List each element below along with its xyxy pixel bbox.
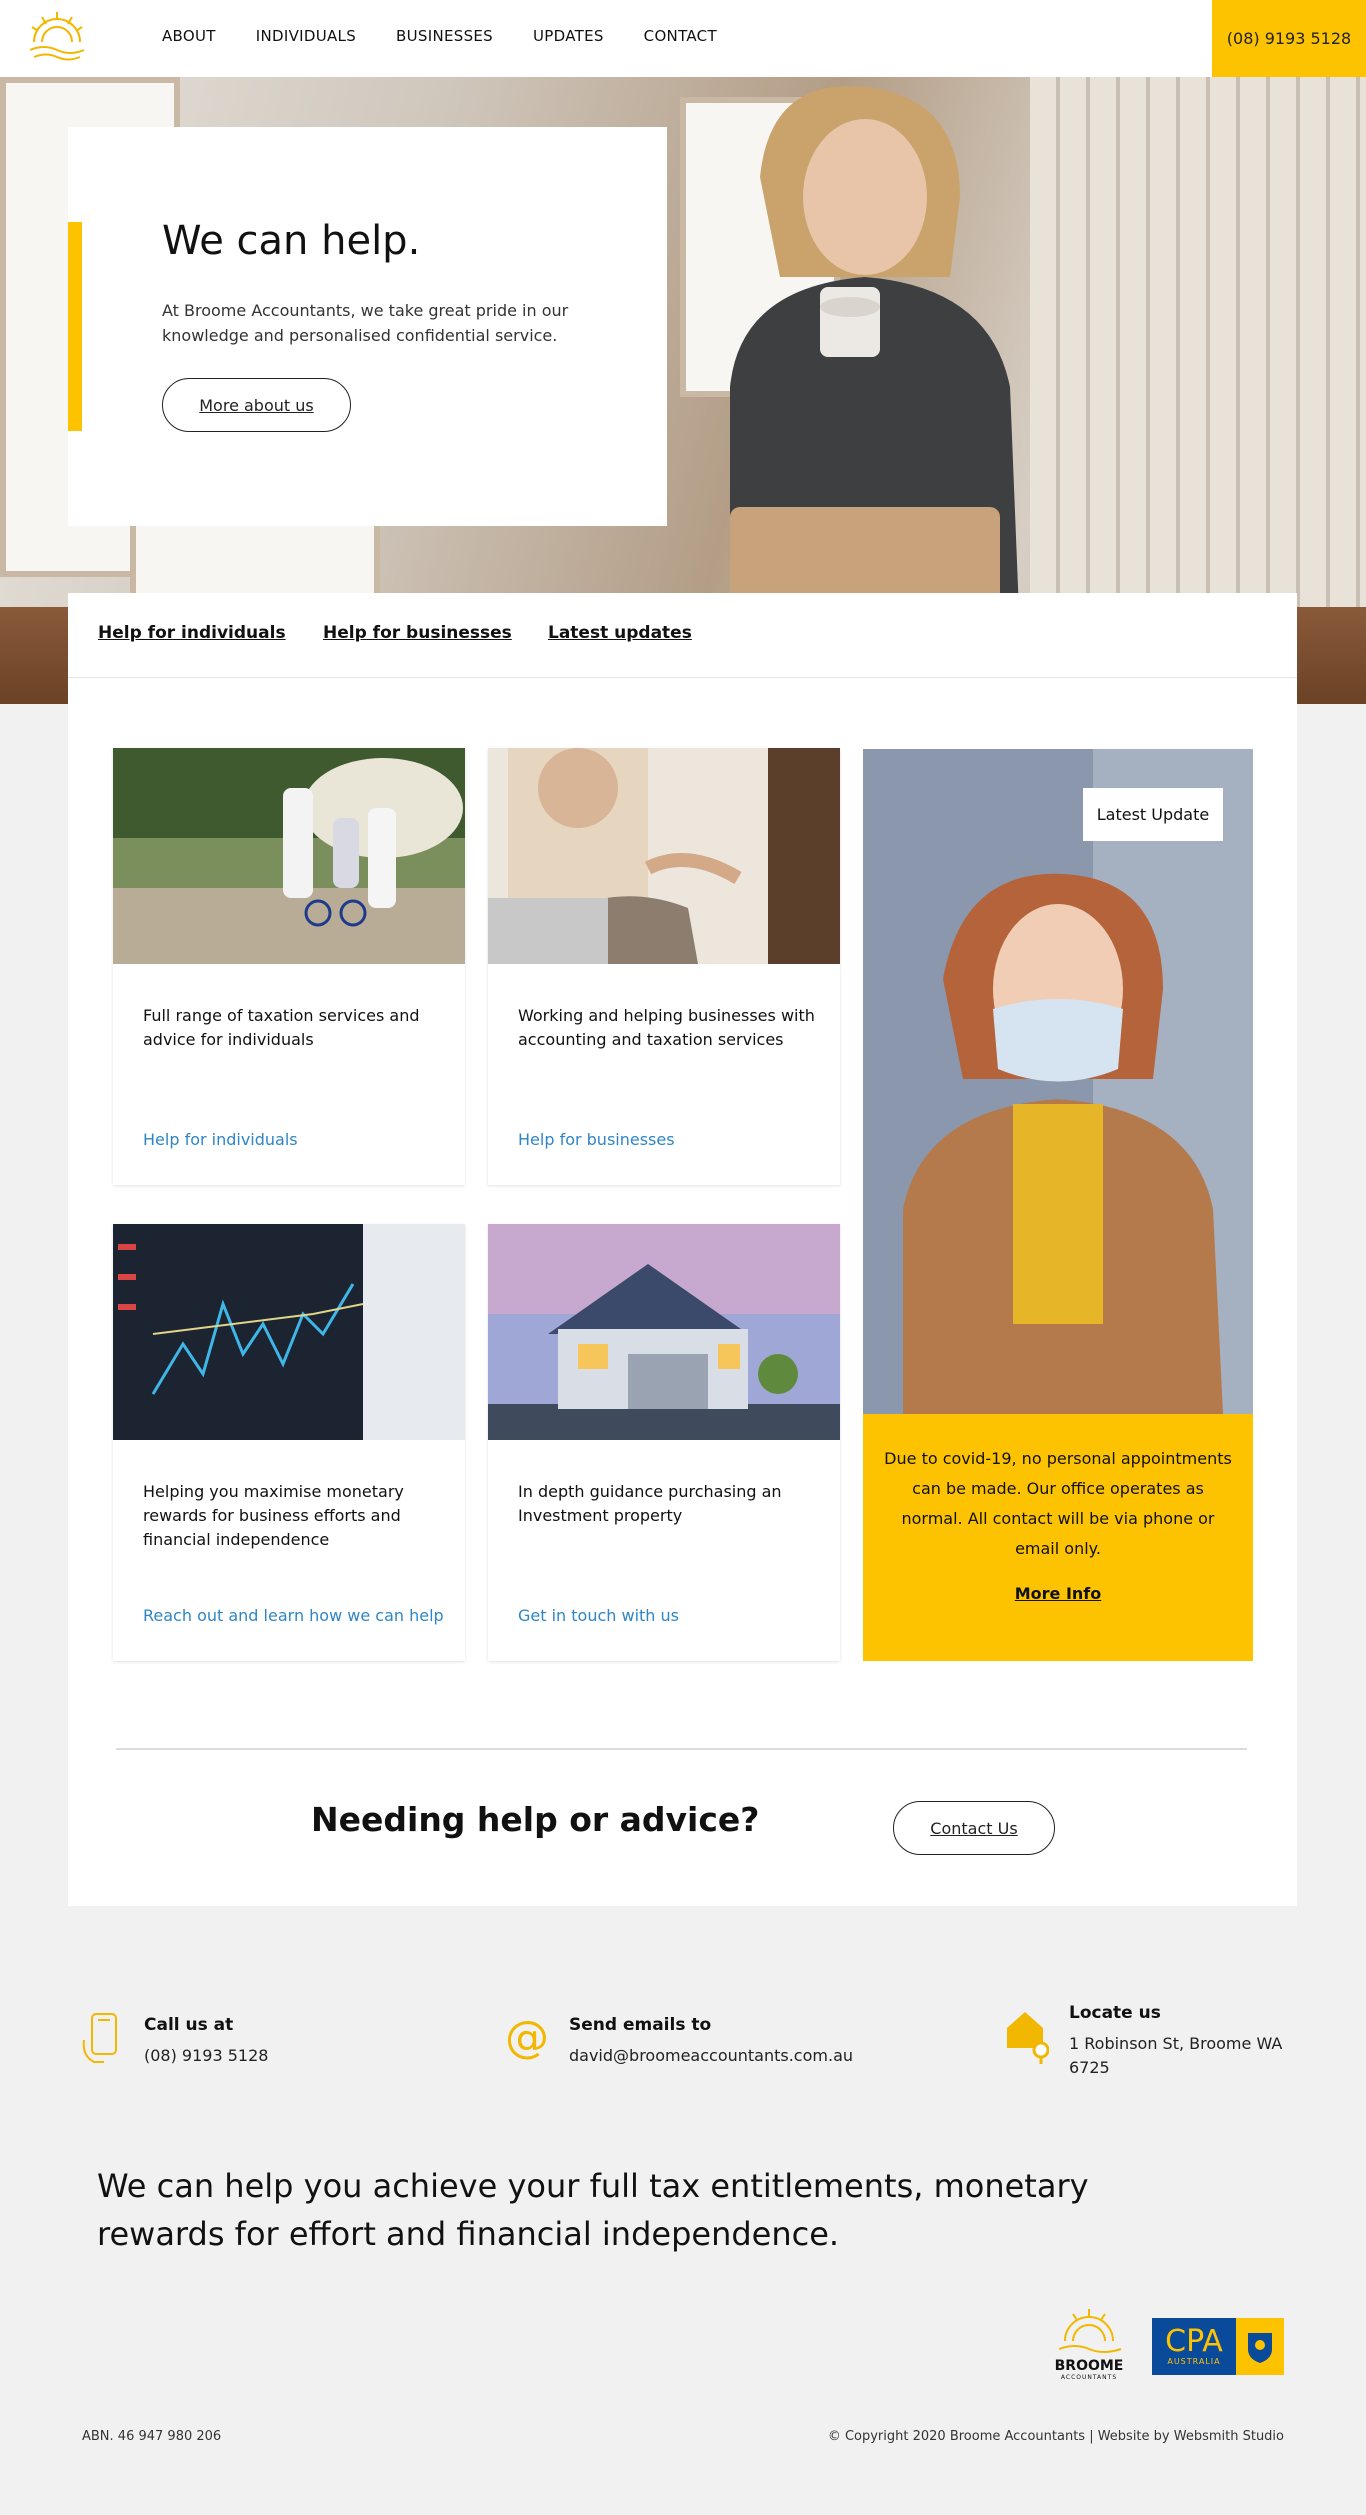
main-nav: ABOUT INDIVIDUALS BUSINESSES UPDATES CON… bbox=[162, 27, 717, 45]
header-phone-button[interactable]: (08) 9193 5128 bbox=[1212, 0, 1366, 77]
house-location-icon bbox=[1007, 2012, 1049, 2064]
cpa-sub: AUSTRALIA bbox=[1167, 2357, 1221, 2366]
reach-out-link[interactable]: Reach out and learn how we can help bbox=[143, 1606, 444, 1625]
hero-title: We can help. bbox=[162, 218, 421, 264]
card-description: In depth guidance purchasing an Investme… bbox=[518, 1482, 782, 1525]
woman-with-coffee-image bbox=[730, 86, 1020, 637]
nav-updates[interactable]: UPDATES bbox=[533, 27, 604, 45]
contact-us-button[interactable]: Contact Us bbox=[893, 1801, 1055, 1855]
hero-accent-bar bbox=[68, 222, 82, 431]
copyright: © Copyright 2020 Broome Accountants | We… bbox=[827, 2429, 1284, 2444]
tab-help-for-individuals[interactable]: Help for individuals bbox=[98, 623, 286, 643]
site-header: ABOUT INDIVIDUALS BUSINESSES UPDATES CON… bbox=[0, 0, 1366, 77]
latest-update-card: Latest Update Due to covid-19, no person… bbox=[863, 749, 1253, 1661]
help-for-businesses-link[interactable]: Help for businesses bbox=[518, 1130, 675, 1149]
section-divider bbox=[116, 1748, 1247, 1750]
locate-value: 1 Robinson St, Broome WA 6725 bbox=[1069, 2034, 1283, 2077]
cpa-australia-logo: CPA AUSTRALIA bbox=[1152, 2318, 1284, 2375]
footer-tagline: We can help you achieve your full tax en… bbox=[97, 2167, 1089, 2253]
get-in-touch-link[interactable]: Get in touch with us bbox=[518, 1606, 679, 1625]
service-card-individuals: Full range of taxation services and advi… bbox=[113, 748, 465, 1185]
logo-name: BROOME bbox=[1054, 2358, 1124, 2374]
services-panel: Help for individuals Help for businesses… bbox=[68, 593, 1297, 1906]
tab-latest-updates[interactable]: Latest updates bbox=[548, 623, 692, 643]
sun-icon bbox=[1058, 2309, 1122, 2353]
latest-update-tag: Latest Update bbox=[1083, 788, 1223, 841]
hero-description: At Broome Accountants, we take great pri… bbox=[162, 301, 569, 345]
locate-label: Locate us bbox=[1069, 2003, 1161, 2023]
broome-logo-icon[interactable] bbox=[24, 10, 90, 66]
stock-chart-image bbox=[113, 1224, 465, 1440]
card-description: Helping you maximise monetary rewards fo… bbox=[143, 1482, 404, 1549]
nav-businesses[interactable]: BUSINESSES bbox=[396, 27, 493, 45]
email-value[interactable]: david@broomeaccountants.com.au bbox=[569, 2044, 853, 2068]
house-image bbox=[488, 1224, 840, 1440]
abn-number: ABN. 46 947 980 206 bbox=[82, 2429, 222, 2444]
phone-icon bbox=[82, 2013, 117, 2063]
logo-sub: ACCOUNTANTS bbox=[1060, 2374, 1118, 2381]
broome-accountants-logo: BROOME ACCOUNTANTS bbox=[1045, 2307, 1133, 2385]
cpa-blue-block: CPA AUSTRALIA bbox=[1152, 2318, 1236, 2375]
service-tabs: Help for individuals Help for businesses… bbox=[68, 593, 1297, 678]
update-notice: Due to covid-19, no personal appointment… bbox=[863, 1414, 1253, 1661]
email-label: Send emails to bbox=[569, 2015, 712, 2035]
hero-wall-slats bbox=[1030, 77, 1366, 637]
more-about-us-button[interactable]: More about us bbox=[162, 378, 351, 432]
service-card-property: In depth guidance purchasing an Investme… bbox=[488, 1224, 840, 1661]
service-card-financial: Helping you maximise monetary rewards fo… bbox=[113, 1224, 465, 1661]
at-sign-icon: @ bbox=[505, 2012, 549, 2063]
cpa-text: CPA bbox=[1165, 2324, 1223, 2359]
update-text: Due to covid-19, no personal appointment… bbox=[884, 1449, 1232, 1558]
card-description: Working and helping businesses with acco… bbox=[518, 1006, 815, 1049]
tab-help-for-businesses[interactable]: Help for businesses bbox=[323, 623, 512, 643]
card-description: Full range of taxation services and advi… bbox=[143, 1006, 420, 1049]
cta-heading: Needing help or advice? bbox=[311, 1800, 760, 1839]
svg-text:@: @ bbox=[505, 2012, 549, 2063]
family-bicycle-image bbox=[113, 748, 465, 964]
help-for-individuals-link[interactable]: Help for individuals bbox=[143, 1130, 298, 1149]
nav-contact[interactable]: CONTACT bbox=[644, 27, 717, 45]
nav-about[interactable]: ABOUT bbox=[162, 27, 216, 45]
handshake-image bbox=[488, 748, 840, 964]
nav-individuals[interactable]: INDIVIDUALS bbox=[256, 27, 356, 45]
cpa-crest-icon bbox=[1236, 2318, 1284, 2375]
call-value[interactable]: (08) 9193 5128 bbox=[144, 2044, 268, 2068]
woman-mask-image bbox=[863, 749, 1253, 1414]
service-card-businesses: Working and helping businesses with acco… bbox=[488, 748, 840, 1185]
more-info-link[interactable]: More Info bbox=[863, 1584, 1253, 1603]
call-label: Call us at bbox=[144, 2015, 234, 2035]
